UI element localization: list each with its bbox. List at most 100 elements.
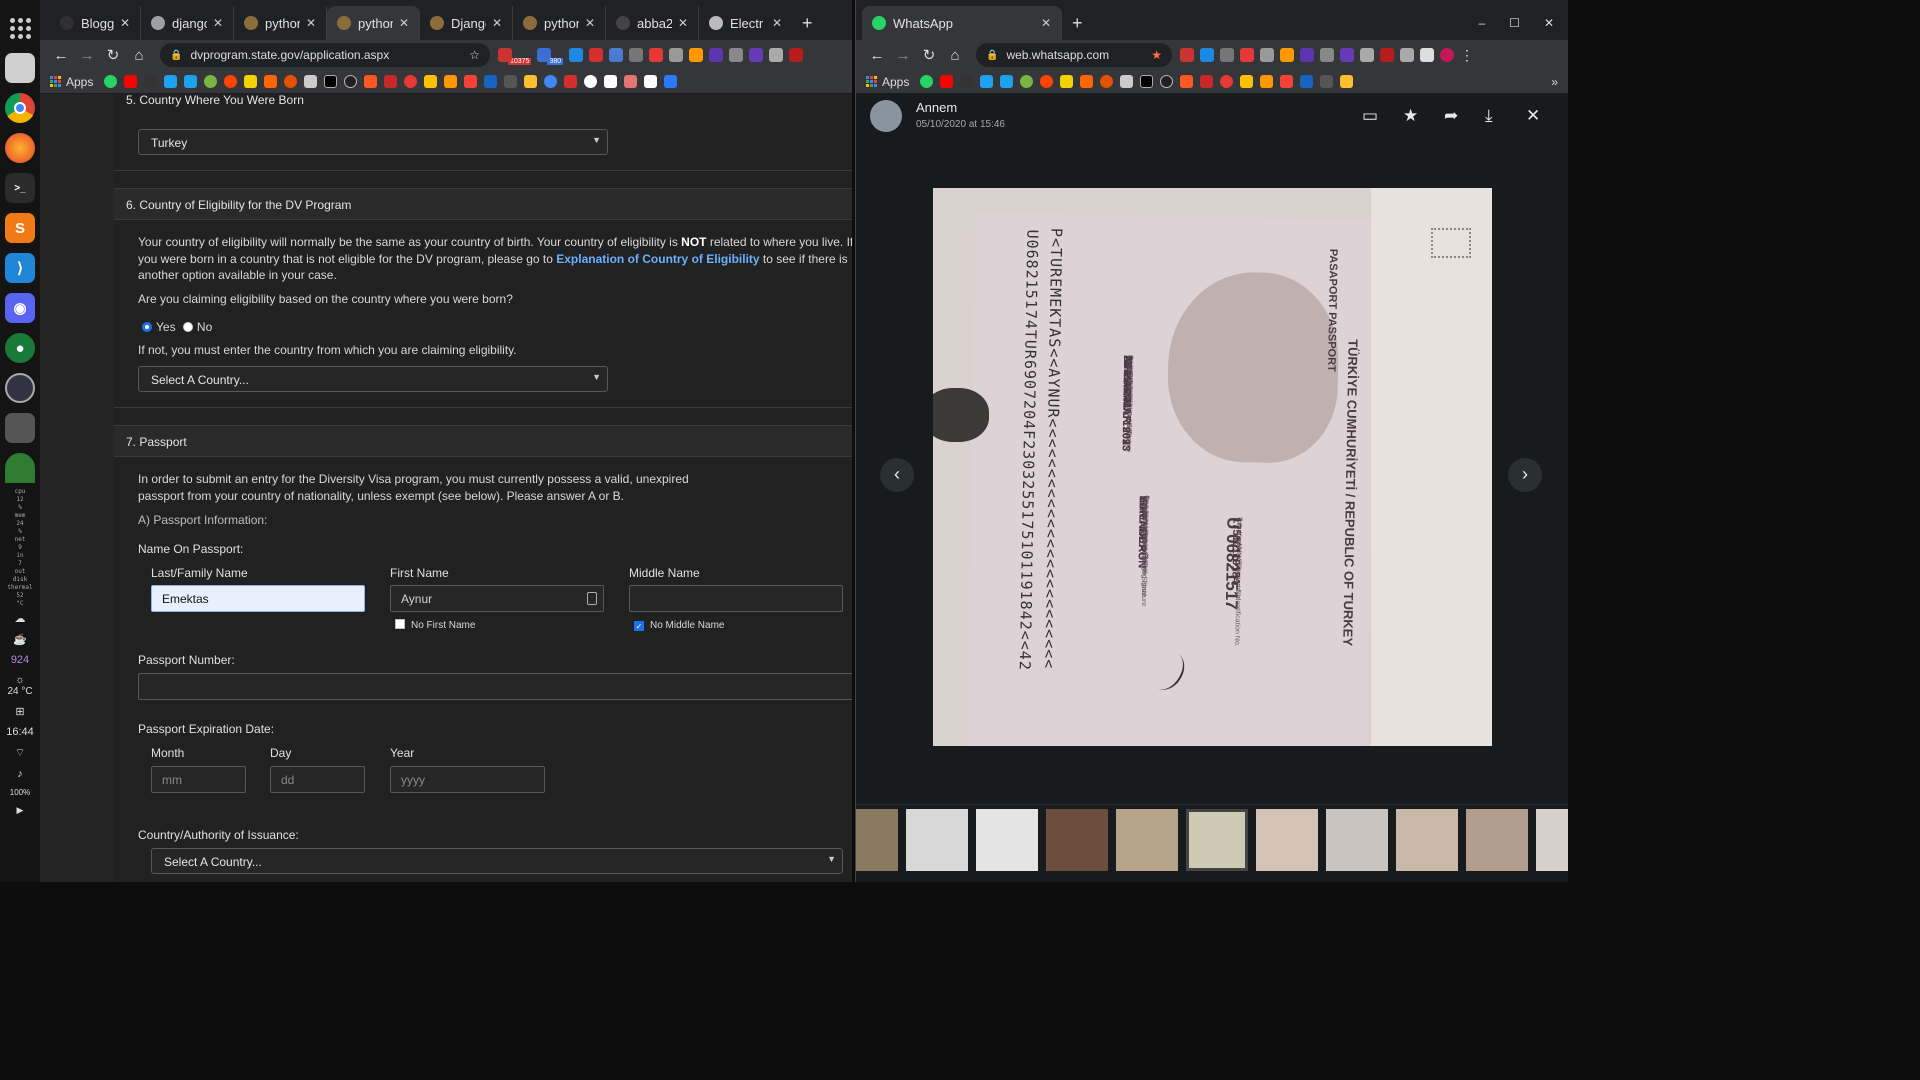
gimp-icon[interactable] xyxy=(5,413,35,443)
tab-django[interactable]: django ✕ xyxy=(141,6,234,40)
extension-icon[interactable] xyxy=(1220,48,1234,62)
media-thumbnail[interactable] xyxy=(906,809,968,871)
bookmark-icon[interactable] xyxy=(1240,75,1254,88)
bookmark-icon[interactable] xyxy=(1320,75,1334,88)
bookmark-icon[interactable] xyxy=(484,75,498,88)
close-icon[interactable]: ✕ xyxy=(1526,106,1540,126)
url-input[interactable]: 🔒 web.whatsapp.com ★ xyxy=(976,43,1172,67)
yes-radio[interactable] xyxy=(142,322,152,332)
media-thumbnail[interactable] xyxy=(1536,809,1568,871)
extension-icon[interactable] xyxy=(1320,48,1334,62)
last-name-input[interactable]: Emektas xyxy=(151,585,365,612)
extension-icon[interactable] xyxy=(629,48,644,62)
tab-bloggy[interactable]: Bloggy ✕ xyxy=(50,6,141,40)
twitter-bookmark-icon[interactable] xyxy=(164,75,178,88)
back-icon[interactable]: ← xyxy=(48,47,74,64)
close-icon[interactable]: ✕ xyxy=(1041,16,1051,30)
youtube-bookmark-icon[interactable] xyxy=(124,75,138,88)
month-input[interactable]: mm xyxy=(151,766,246,793)
first-name-input[interactable]: Aynur xyxy=(390,585,604,612)
whatsapp-bookmark-icon[interactable] xyxy=(920,75,934,88)
extension-icon[interactable] xyxy=(589,48,604,62)
extension-icon[interactable] xyxy=(649,48,664,62)
autofill-icon[interactable] xyxy=(587,592,597,605)
apps-bookmark[interactable]: Apps xyxy=(50,75,93,89)
extension-icon[interactable] xyxy=(498,48,512,62)
middle-name-input[interactable] xyxy=(629,585,843,612)
tab-django-2[interactable]: Django ✕ xyxy=(420,6,513,40)
previous-media-button[interactable]: ‹ xyxy=(880,458,914,492)
tab-electron[interactable]: Electr ✕ xyxy=(699,6,792,40)
apps-bookmark[interactable]: Apps xyxy=(866,75,909,89)
medium-bookmark-icon[interactable] xyxy=(324,75,338,88)
country-of-birth-select[interactable]: Turkey ▼ xyxy=(138,129,608,155)
extension-icon[interactable] xyxy=(1360,48,1374,62)
reload-icon[interactable]: ↻ xyxy=(100,46,126,64)
vscode-icon[interactable]: ⟩ xyxy=(5,253,35,283)
extension-icon[interactable] xyxy=(729,48,744,62)
forward-icon[interactable]: → xyxy=(74,47,100,64)
media-thumbnail[interactable] xyxy=(856,809,898,871)
reddit-bookmark-icon[interactable] xyxy=(224,75,238,88)
close-icon[interactable]: ✕ xyxy=(585,16,595,30)
bookmark-icon[interactable] xyxy=(524,75,538,88)
bookmark-icon[interactable] xyxy=(1340,75,1354,88)
bookmark-icon[interactable] xyxy=(624,75,638,88)
close-icon[interactable]: ✕ xyxy=(213,16,223,30)
media-thumbnail[interactable] xyxy=(1326,809,1388,871)
hackernews-bookmark-icon[interactable] xyxy=(1080,75,1094,88)
extension-icon[interactable] xyxy=(569,48,584,62)
more-bookmarks-icon[interactable]: » xyxy=(1551,75,1558,89)
app-grid-icon[interactable] xyxy=(5,13,35,43)
window-grid-icon[interactable]: ⊞ xyxy=(15,705,24,718)
firefox-icon[interactable] xyxy=(5,133,35,163)
forward-icon[interactable]: ➦ xyxy=(1444,106,1458,126)
menu-icon[interactable]: ⋮ xyxy=(1460,47,1474,64)
extension-icon[interactable] xyxy=(1280,48,1294,62)
bookmark-icon[interactable] xyxy=(1120,75,1134,88)
twitter-bookmark-icon[interactable] xyxy=(1000,75,1014,88)
s-bookmark-icon[interactable] xyxy=(244,75,258,88)
extension-icon[interactable] xyxy=(1240,48,1254,62)
bookmark-star-icon[interactable]: ★ xyxy=(1151,48,1162,62)
app-green-icon[interactable]: ● xyxy=(5,333,35,363)
terminal-icon[interactable]: >_ xyxy=(5,173,35,203)
drop-bookmark-icon[interactable] xyxy=(204,75,218,88)
eligibility-explanation-link[interactable]: Explanation of Country of Eligibility xyxy=(556,252,759,266)
bookmark-icon[interactable] xyxy=(444,75,458,88)
reload-icon[interactable]: ↻ xyxy=(916,46,942,64)
bookmark-icon[interactable] xyxy=(1220,75,1234,88)
bookmark-icon[interactable] xyxy=(384,75,398,88)
no-first-name-checkbox[interactable] xyxy=(395,619,405,629)
chrome-icon[interactable] xyxy=(5,93,35,123)
discord-icon[interactable]: ◉ xyxy=(5,293,35,323)
extension-icon[interactable] xyxy=(1200,48,1214,62)
next-media-button[interactable]: › xyxy=(1508,458,1542,492)
close-window-icon[interactable]: ✕ xyxy=(1544,16,1554,30)
bookmark-icon[interactable] xyxy=(544,75,558,88)
new-tab-button[interactable]: + xyxy=(792,6,823,40)
app-dark-green-icon[interactable] xyxy=(5,453,35,483)
maximize-icon[interactable]: ☐ xyxy=(1509,16,1520,30)
github-bookmark-icon[interactable] xyxy=(144,75,158,88)
github-bookmark-icon[interactable] xyxy=(960,75,974,88)
home-icon[interactable]: ⌂ xyxy=(942,47,968,64)
producthunt-bookmark-icon[interactable] xyxy=(1100,75,1114,88)
bookmark-icon[interactable] xyxy=(1160,75,1174,88)
extension-icon[interactable] xyxy=(709,48,724,62)
download-icon[interactable]: ⤓ xyxy=(1485,106,1493,126)
passport-number-input[interactable] xyxy=(138,673,852,700)
new-tab-button[interactable]: + xyxy=(1062,6,1093,40)
tab-python-3[interactable]: python ✕ xyxy=(513,6,606,40)
extension-icon[interactable] xyxy=(1380,48,1394,62)
tab-whatsapp[interactable]: WhatsApp ✕ xyxy=(862,6,1062,40)
go-to-message-icon[interactable]: ▭ xyxy=(1362,106,1378,126)
google-bookmark-icon[interactable] xyxy=(584,75,598,88)
twitter-bookmark-icon[interactable] xyxy=(184,75,198,88)
files-icon[interactable] xyxy=(5,53,35,83)
twitter-bookmark-icon[interactable] xyxy=(980,75,994,88)
tab-abba23[interactable]: abba23 ✕ xyxy=(606,6,699,40)
bookmark-icon[interactable] xyxy=(424,75,438,88)
extension-icon[interactable] xyxy=(689,48,704,62)
back-icon[interactable]: ← xyxy=(864,47,890,64)
